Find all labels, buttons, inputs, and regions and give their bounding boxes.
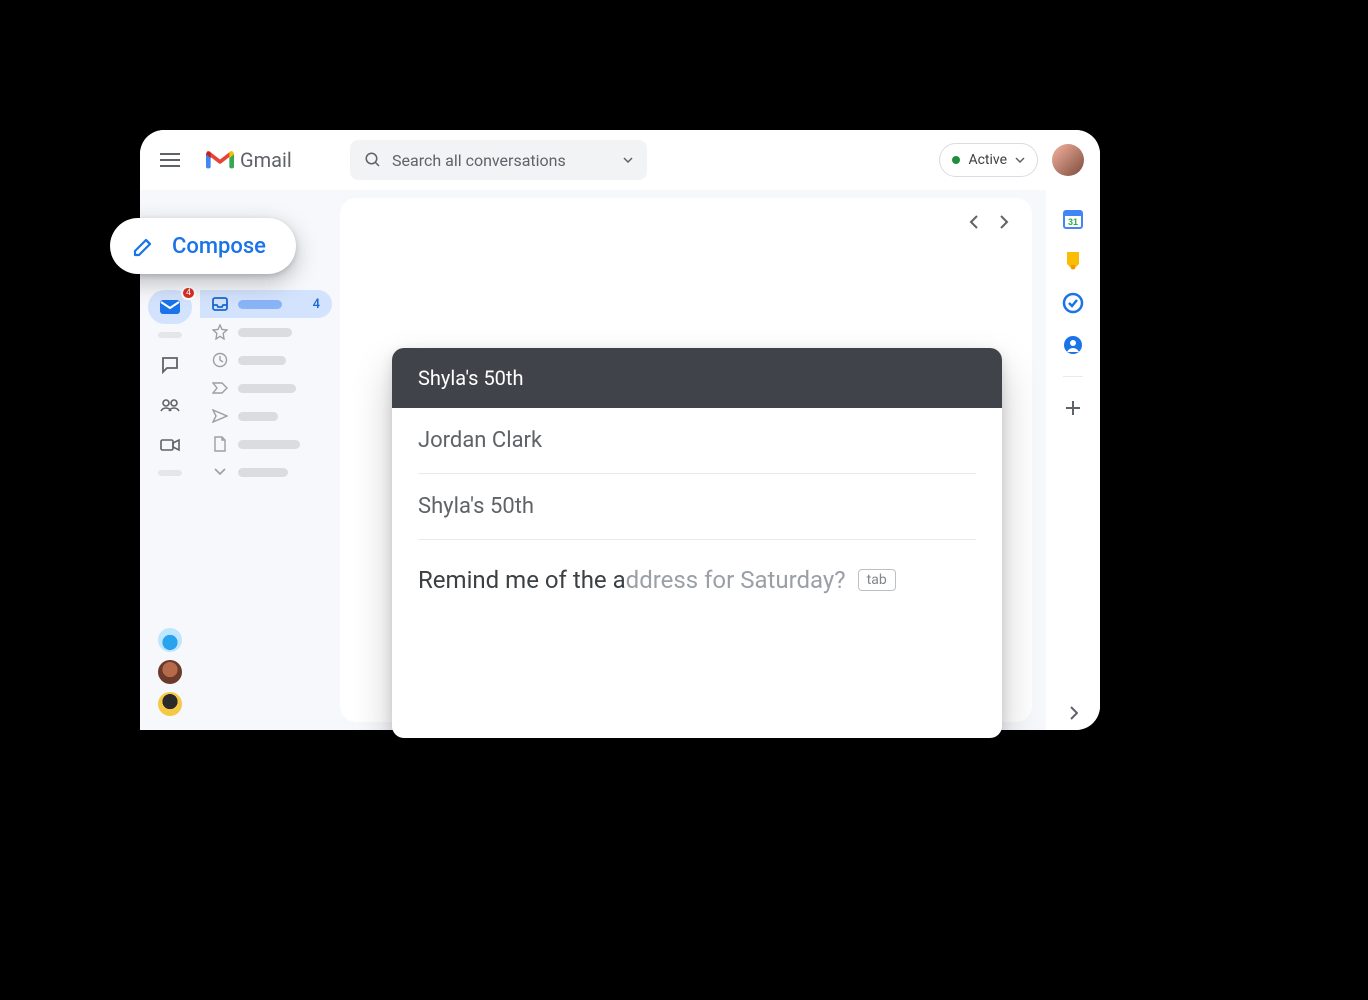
- compose-body: Jordan Clark Shyla's 50th Remind me of t…: [392, 408, 1002, 620]
- nav-starred[interactable]: [200, 318, 332, 346]
- chevron-down-icon: [1015, 157, 1025, 163]
- header: Gmail Search all conversations Active: [140, 130, 1100, 190]
- search-options-caret-icon[interactable]: [623, 157, 633, 163]
- collapse-side-panel-button[interactable]: [1069, 706, 1078, 720]
- calendar-icon: 31: [1062, 208, 1084, 230]
- smart-compose-suggestion: ddress for Saturday?: [626, 566, 846, 594]
- compose-to-field[interactable]: Jordan Clark: [418, 408, 976, 474]
- mail-badge: 4: [181, 286, 196, 300]
- presence-avatar[interactable]: [158, 660, 182, 684]
- add-apps-button[interactable]: [1062, 397, 1084, 419]
- tab-hint: tab: [858, 569, 896, 591]
- status-dot-icon: [952, 156, 960, 164]
- chevron-left-icon: [969, 215, 979, 229]
- tasks-icon: [1062, 292, 1084, 314]
- search-icon: [364, 151, 382, 169]
- rail-label-placeholder: [158, 470, 182, 476]
- rail-label-placeholder: [158, 332, 182, 338]
- rail-presence-list: [158, 628, 182, 716]
- svg-text:31: 31: [1068, 217, 1078, 227]
- inbox-icon: [212, 297, 228, 311]
- plus-icon: [1065, 400, 1081, 416]
- nav-snoozed[interactable]: [200, 346, 332, 374]
- chevron-right-icon: [999, 215, 1009, 229]
- rail-spaces[interactable]: [153, 388, 187, 422]
- chat-icon: [161, 356, 179, 374]
- main-menu-button[interactable]: [148, 138, 192, 182]
- app-name: Gmail: [240, 148, 292, 172]
- side-panel: 31: [1046, 190, 1100, 730]
- draft-icon: [213, 436, 227, 452]
- search-placeholder: Search all conversations: [392, 151, 623, 170]
- contacts-app-button[interactable]: [1062, 334, 1084, 356]
- tasks-app-button[interactable]: [1062, 292, 1084, 314]
- compose-subject-field[interactable]: Shyla's 50th: [418, 474, 976, 540]
- compose-window: Shyla's 50th Jordan Clark Shyla's 50th R…: [392, 348, 1002, 738]
- nav-inbox[interactable]: 4: [200, 290, 332, 318]
- status-label: Active: [968, 152, 1007, 168]
- compose-label: Compose: [172, 234, 266, 259]
- compose-title: Shyla's 50th: [418, 366, 523, 390]
- rail-meet[interactable]: [153, 428, 187, 462]
- gmail-window: Gmail Search all conversations Active: [140, 130, 1100, 730]
- rail-chat[interactable]: [153, 348, 187, 382]
- compose-to-value: Jordan Clark: [418, 428, 542, 453]
- account-avatar[interactable]: [1052, 144, 1084, 176]
- mail-icon: [159, 299, 181, 315]
- calendar-app-button[interactable]: 31: [1062, 208, 1084, 230]
- sent-icon: [212, 409, 228, 423]
- search-box[interactable]: Search all conversations: [350, 140, 647, 180]
- compose-button[interactable]: Compose: [110, 218, 296, 274]
- nav-sent[interactable]: [200, 402, 332, 430]
- presence-avatar[interactable]: [158, 692, 182, 716]
- prev-button[interactable]: [964, 212, 984, 232]
- keep-icon: [1063, 250, 1083, 272]
- star-icon: [212, 324, 228, 340]
- meet-icon: [160, 438, 180, 452]
- status-chip[interactable]: Active: [939, 143, 1038, 177]
- spaces-icon: [160, 398, 180, 412]
- typed-text: Remind me of the a: [418, 566, 626, 594]
- nav-drafts[interactable]: [200, 430, 332, 458]
- compose-editor[interactable]: Remind me of the address for Saturday? t…: [418, 540, 976, 620]
- chevron-right-icon: [1069, 706, 1078, 720]
- next-button[interactable]: [994, 212, 1014, 232]
- app-logo-area[interactable]: Gmail: [206, 148, 338, 172]
- pager: [964, 212, 1014, 232]
- menu-icon: [160, 153, 180, 167]
- presence-avatar[interactable]: [158, 628, 182, 652]
- contacts-icon: [1063, 335, 1083, 355]
- chevron-down-icon: [214, 468, 226, 476]
- keep-app-button[interactable]: [1062, 250, 1084, 272]
- clock-icon: [212, 352, 228, 368]
- nav-important[interactable]: [200, 374, 332, 402]
- compose-subject-value: Shyla's 50th: [418, 494, 534, 519]
- nav-more[interactable]: [200, 458, 332, 486]
- compose-title-bar[interactable]: Shyla's 50th: [392, 348, 1002, 408]
- important-icon: [212, 382, 228, 394]
- pencil-icon: [132, 234, 156, 258]
- inbox-count: 4: [313, 297, 320, 312]
- gmail-logo-icon: [206, 149, 234, 171]
- rail-mail[interactable]: 4: [148, 290, 192, 324]
